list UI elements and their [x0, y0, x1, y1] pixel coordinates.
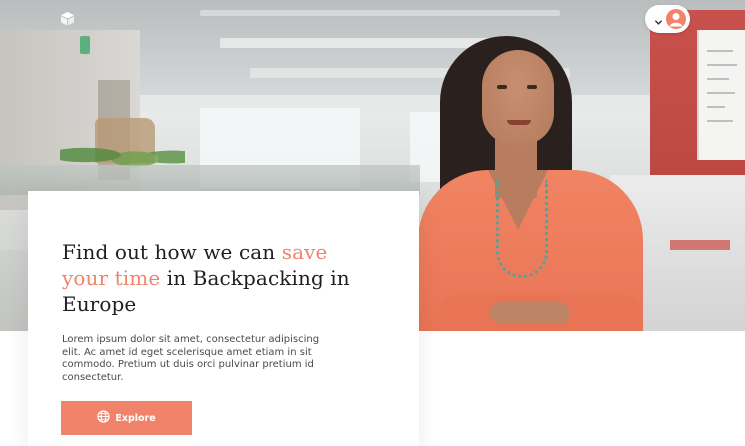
hero-description: Lorem ipsum dolor sit amet, consectetur …	[62, 334, 320, 383]
user-avatar-icon	[666, 9, 686, 29]
headline-text: Find out how we can	[62, 240, 282, 264]
hero-card: Find out how we can save your time in Ba…	[28, 191, 419, 446]
account-menu-button[interactable]	[645, 5, 690, 33]
globe-icon	[97, 410, 110, 426]
cube-icon[interactable]	[60, 11, 75, 26]
hero-person	[410, 30, 660, 331]
explore-button[interactable]: Explore	[61, 401, 192, 435]
landing-page: Find out how we can save your time in Ba…	[0, 0, 745, 446]
hero-headline: Find out how we can save your time in Ba…	[62, 239, 362, 317]
chevron-down-icon	[654, 14, 663, 25]
explore-button-label: Explore	[115, 412, 156, 424]
